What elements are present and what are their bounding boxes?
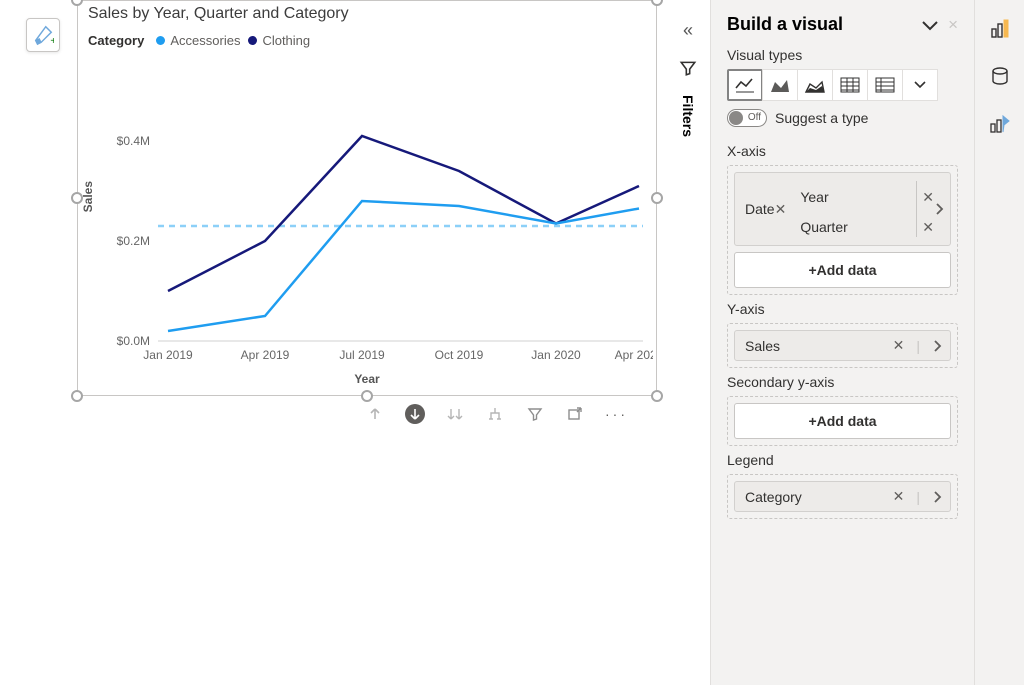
panel-close-icon[interactable]: × <box>948 15 958 35</box>
visual-type-matrix[interactable] <box>867 69 903 101</box>
filters-panel-label[interactable]: Filters <box>680 95 696 137</box>
model-pane-icon[interactable] <box>989 66 1011 88</box>
resize-handle-bl[interactable] <box>71 390 83 402</box>
drill-action-bar: ··· <box>365 404 628 424</box>
legend-item-accessories[interactable]: Accessories <box>156 33 240 48</box>
x-axis-chip-date[interactable]: Date ✕ Year ✕ Quarter ✕ <box>734 172 951 246</box>
drill-up-icon[interactable] <box>365 404 385 424</box>
secondary-y-section-label: Secondary y-axis <box>727 374 958 390</box>
panel-collapse-icon[interactable] <box>922 19 938 31</box>
legend-item-clothing[interactable]: Clothing <box>248 33 310 48</box>
x-axis-label: Year <box>78 372 656 386</box>
visual-type-stacked-area[interactable] <box>797 69 833 101</box>
x-axis-chip-year[interactable]: Year ✕ <box>786 185 942 209</box>
x-axis-field-well[interactable]: Date ✕ Year ✕ Quarter ✕ +Add data <box>727 165 958 295</box>
right-rail <box>974 0 1024 685</box>
chart-title: Sales by Year, Quarter and Category <box>88 5 349 23</box>
visual-type-picker <box>727 69 958 101</box>
x-tick: Jan 2020 <box>531 348 581 362</box>
y-axis-section-label: Y-axis <box>727 301 958 317</box>
resize-handle-tr[interactable] <box>651 0 663 6</box>
remove-field-icon[interactable]: ✕ <box>922 219 934 236</box>
y-axis-chip-sales[interactable]: Sales ✕ | <box>734 330 951 361</box>
expand-hierarchy-icon[interactable] <box>485 404 505 424</box>
paintbrush-icon: + <box>32 24 54 46</box>
format-pane-icon[interactable] <box>989 114 1011 136</box>
suggest-type-label: Suggest a type <box>775 110 868 126</box>
svg-text:+: + <box>50 36 54 46</box>
drill-down-all-icon[interactable] <box>445 404 465 424</box>
field-menu-icon[interactable] <box>932 490 942 504</box>
legend-swatch-accessories <box>156 36 165 45</box>
more-options-icon[interactable]: ··· <box>605 406 628 422</box>
x-tick: Oct 2019 <box>435 348 484 362</box>
legend-label: Clothing <box>262 33 310 48</box>
chart-legend: Category Accessories Clothing <box>88 33 310 48</box>
y-tick: $0.0M <box>117 334 150 348</box>
format-painter-button[interactable]: + <box>26 18 60 52</box>
chart-plot: $0.4M $0.2M $0.0M Jan 2019 Apr 2019 Jul … <box>98 81 653 371</box>
panel-title: Build a visual <box>727 14 843 35</box>
x-axis-chip-quarter[interactable]: Quarter ✕ <box>786 215 942 239</box>
remove-field-icon[interactable]: ✕ <box>922 189 934 206</box>
chart-visual[interactable]: Sales by Year, Quarter and Category Cate… <box>77 0 657 396</box>
visual-type-line[interactable] <box>727 69 763 101</box>
legend-section-label: Legend <box>727 452 958 468</box>
secondary-y-field-well[interactable]: +Add data <box>727 396 958 446</box>
resize-handle-mb[interactable] <box>361 390 373 402</box>
x-axis-section-label: X-axis <box>727 143 958 159</box>
data-pane-icon[interactable] <box>989 18 1011 40</box>
resize-handle-br[interactable] <box>651 390 663 402</box>
y-tick: $0.4M <box>117 134 150 148</box>
x-tick: Apr 2019 <box>241 348 290 362</box>
x-tick: Jan 2019 <box>143 348 193 362</box>
secondary-y-add-data-button[interactable]: +Add data <box>734 403 951 439</box>
legend-chip-category[interactable]: Category ✕ | <box>734 481 951 512</box>
y-axis-label: Sales <box>81 181 95 212</box>
field-menu-icon[interactable] <box>932 339 942 353</box>
focus-mode-icon[interactable] <box>565 404 585 424</box>
suggest-type-toggle[interactable]: Off <box>727 109 767 127</box>
legend-field-well[interactable]: Category ✕ | <box>727 474 958 519</box>
hierarchy-divider <box>916 181 917 237</box>
field-menu-icon[interactable] <box>934 202 944 216</box>
y-tick: $0.2M <box>117 234 150 248</box>
remove-field-icon[interactable]: ✕ <box>775 201 787 218</box>
collapse-panel-icon[interactable]: « <box>683 20 693 41</box>
visual-type-table[interactable] <box>832 69 868 101</box>
build-visual-panel: Build a visual × Visual types <box>710 0 974 685</box>
visual-types-label: Visual types <box>727 47 958 63</box>
resize-handle-tl[interactable] <box>71 0 83 6</box>
visual-type-area[interactable] <box>762 69 798 101</box>
drill-down-icon[interactable] <box>405 404 425 424</box>
legend-title: Category <box>88 33 144 48</box>
remove-field-icon[interactable]: ✕ <box>893 337 905 354</box>
legend-swatch-clothing <box>248 36 257 45</box>
x-axis-add-data-button[interactable]: +Add data <box>734 252 951 288</box>
visual-type-more-dropdown[interactable] <box>902 69 938 101</box>
x-tick: Jul 2019 <box>339 348 385 362</box>
filter-icon[interactable] <box>525 404 545 424</box>
y-axis-field-well[interactable]: Sales ✕ | <box>727 323 958 368</box>
legend-label: Accessories <box>170 33 240 48</box>
filters-panel-icon[interactable] <box>679 59 697 77</box>
remove-field-icon[interactable]: ✕ <box>893 488 905 505</box>
x-tick: Apr 2020 <box>615 348 653 362</box>
